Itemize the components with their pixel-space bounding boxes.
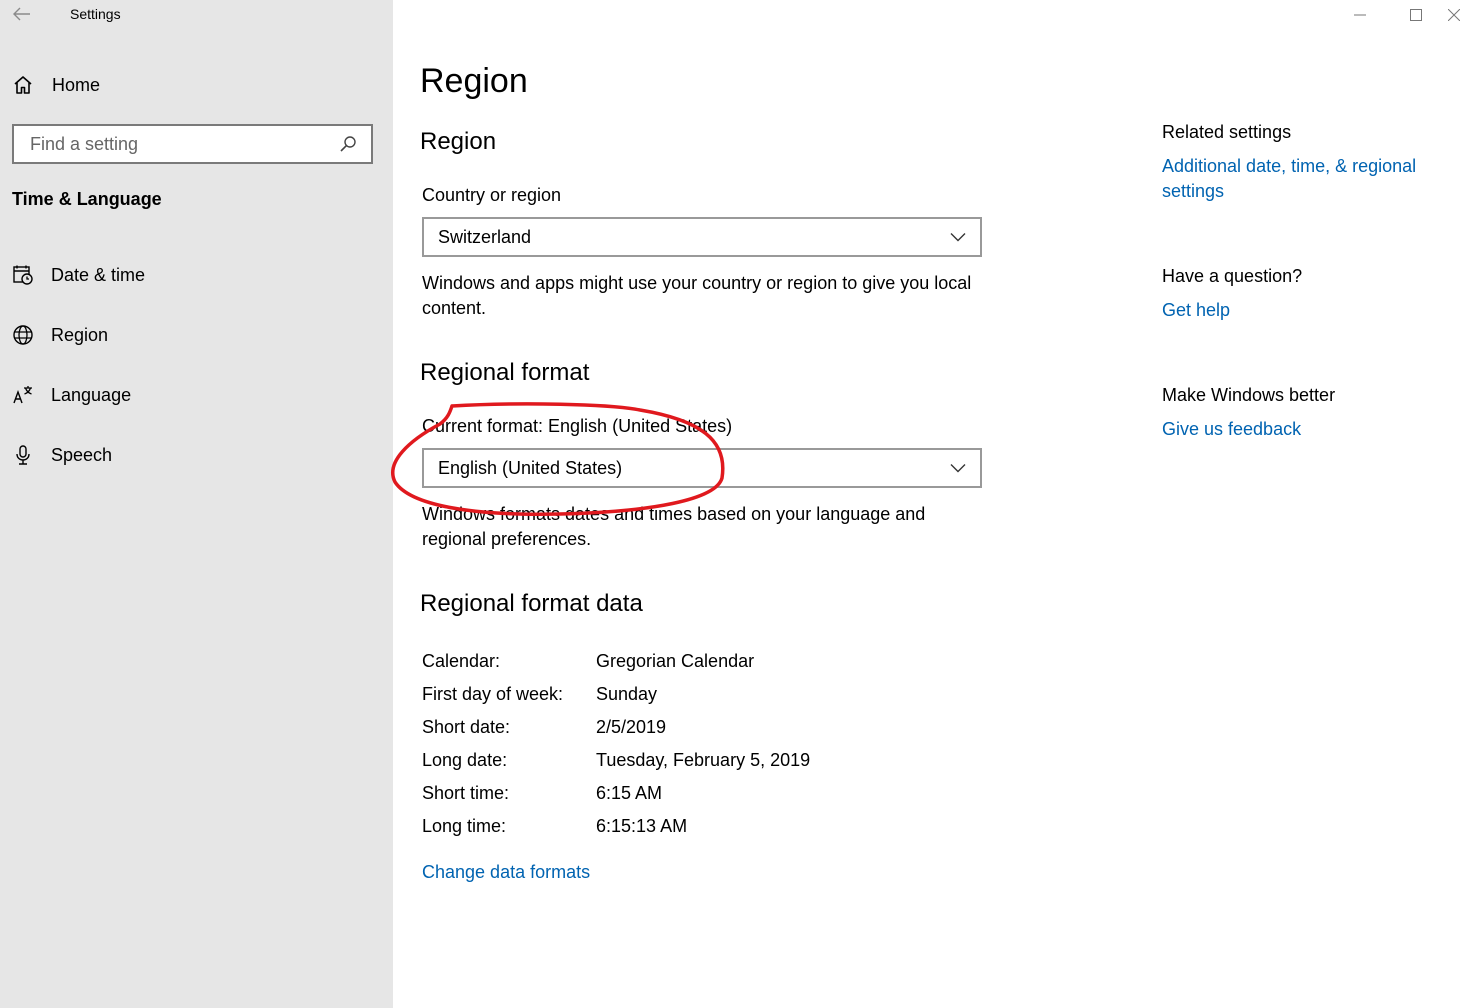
region-description: Windows and apps might use your country … [422, 273, 972, 318]
format-key: First day of week: [422, 684, 564, 704]
main-content: Region Region Country or region Switzerl… [393, 0, 1133, 1008]
related-settings-group: Related settings Additional date, time, … [1162, 120, 1452, 204]
sidebar: Settings Home Time & Language Date & tim… [0, 0, 393, 1008]
format-key: Long date: [422, 750, 508, 770]
close-icon [1448, 9, 1460, 21]
chevron-down-icon [950, 464, 966, 473]
regional-format-description: Windows formats dates and times based on… [422, 504, 926, 549]
minimize-button[interactable] [1332, 0, 1388, 30]
format-row-short-date: Short date: 2/5/2019 [422, 711, 810, 744]
region-heading: Region [420, 128, 497, 155]
microphone-icon [12, 444, 34, 466]
current-format-label: Current format: English (United States) [422, 416, 733, 436]
calendar-clock-icon [12, 264, 34, 286]
back-arrow-icon [13, 7, 30, 21]
country-region-dropdown[interactable]: Switzerland [422, 217, 982, 257]
maximize-button[interactable] [1388, 0, 1444, 30]
format-row-calendar: Calendar: Gregorian Calendar [422, 645, 810, 678]
format-value: Sunday [596, 684, 658, 704]
sidebar-item-label: Language [51, 384, 132, 405]
home-label: Home [52, 74, 101, 95]
format-value: 6:15 AM [596, 783, 663, 803]
regional-format-heading: Regional format [420, 359, 590, 386]
feedback-title: Make Windows better [1162, 385, 1336, 405]
sidebar-item-label: Region [51, 324, 109, 345]
sidebar-item-date-time[interactable]: Date & time [12, 258, 145, 292]
regional-format-value: English (United States) [438, 457, 623, 478]
sidebar-item-home[interactable]: Home [12, 70, 100, 100]
change-data-formats-link[interactable]: Change data formats [422, 862, 590, 883]
sidebar-section-heading: Time & Language [12, 189, 162, 209]
search-input[interactable] [28, 132, 339, 156]
format-key: Short date: [422, 717, 511, 737]
give-feedback-link[interactable]: Give us feedback [1162, 417, 1452, 442]
format-row-long-time: Long time: 6:15:13 AM [422, 810, 810, 843]
page-title: Region [420, 62, 528, 100]
format-value: 6:15:13 AM [596, 816, 688, 836]
question-title: Have a question? [1162, 266, 1303, 286]
language-icon [12, 384, 34, 406]
format-row-first-day: First day of week: Sunday [422, 678, 810, 711]
window-controls [1332, 0, 1464, 30]
app-title: Settings [70, 6, 121, 22]
feedback-group: Make Windows better Give us feedback [1162, 383, 1452, 442]
sidebar-item-label: Speech [51, 444, 113, 465]
country-region-value: Switzerland [438, 226, 532, 247]
format-key: Calendar: [422, 651, 501, 671]
sidebar-item-label: Date & time [51, 264, 146, 285]
regional-format-data-heading: Regional format data [420, 590, 643, 617]
format-value: 2/5/2019 [596, 717, 667, 737]
related-settings-title: Related settings [1162, 122, 1292, 142]
sidebar-item-speech[interactable]: Speech [12, 438, 145, 472]
format-data-table: Calendar: Gregorian Calendar First day o… [422, 645, 810, 843]
back-button[interactable] [10, 3, 34, 25]
sidebar-nav: Date & time Region Language Speech [12, 258, 145, 498]
question-group: Have a question? Get help [1162, 264, 1452, 323]
chevron-down-icon [950, 233, 966, 242]
get-help-link[interactable]: Get help [1162, 298, 1452, 323]
country-region-label: Country or region [422, 185, 562, 205]
format-value: Gregorian Calendar [596, 651, 755, 671]
sidebar-item-region[interactable]: Region [12, 318, 145, 352]
related-panel: Related settings Additional date, time, … [1162, 120, 1452, 479]
format-key: Short time: [422, 783, 510, 803]
format-row-long-date: Long date: Tuesday, February 5, 2019 [422, 744, 810, 777]
format-key: Long time: [422, 816, 507, 836]
search-box[interactable] [12, 124, 373, 164]
home-icon [14, 76, 32, 94]
close-button[interactable] [1444, 0, 1464, 30]
sidebar-item-language[interactable]: Language [12, 378, 145, 412]
regional-format-dropdown[interactable]: English (United States) [422, 448, 982, 488]
format-value: Tuesday, February 5, 2019 [596, 750, 811, 770]
globe-icon [12, 324, 34, 346]
maximize-icon [1410, 9, 1422, 21]
additional-settings-link[interactable]: Additional date, time, & regional settin… [1162, 154, 1452, 204]
minimize-icon [1354, 14, 1366, 16]
format-row-short-time: Short time: 6:15 AM [422, 777, 810, 810]
search-icon[interactable] [339, 135, 357, 153]
